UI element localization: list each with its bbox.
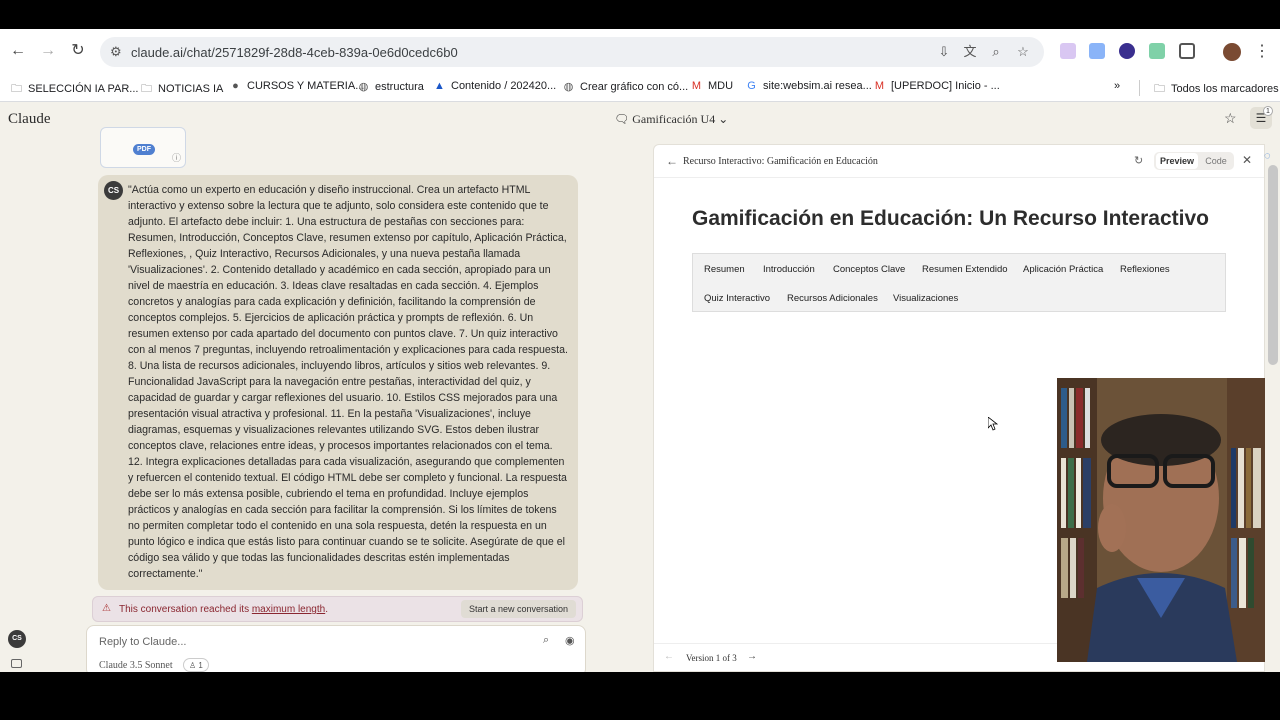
webcam-person-image <box>1057 378 1265 662</box>
pdf-attachment[interactable]: PDF ⓘ <box>100 127 186 168</box>
artifact-title: Recurso Interactivo: Gamificación en Edu… <box>683 156 878 167</box>
url-text[interactable]: claude.ai/chat/2571829f-28d8-4ceb-839a-0… <box>131 45 458 60</box>
claude-logo[interactable]: Claude <box>8 111 51 128</box>
tab-recursos-adicionales[interactable]: Recursos Adicionales <box>787 293 878 304</box>
max-length-notice: ⚠ This conversation reached its maximum … <box>92 596 583 622</box>
site-icon: ▲ <box>434 80 445 92</box>
tab-aplicacion-practica[interactable]: Aplicación Práctica <box>1023 264 1103 275</box>
all-bookmarks[interactable]: 🗀 Todos los marcadores <box>1153 80 1279 99</box>
github-icon: ● <box>232 80 239 92</box>
refresh-icon[interactable]: ↻ <box>1134 154 1143 167</box>
folder-icon: 🗀 <box>141 83 152 95</box>
tab-resumen-extendido[interactable]: Resumen Extendido <box>922 264 1008 275</box>
next-version-icon[interactable]: → <box>747 651 757 662</box>
close-icon[interactable]: ✕ <box>1242 153 1252 167</box>
bookmarks-divider <box>1139 80 1140 96</box>
bookmark-item[interactable]: ● CURSOS Y MATERIA... <box>229 80 364 92</box>
artifact-header: ← Recurso Interactivo: Gamificación en E… <box>654 145 1264 178</box>
bookmark-item[interactable]: ◍ Crear gráfico con có... <box>562 80 689 93</box>
bookmark-item[interactable]: ◍ estructura <box>357 80 424 93</box>
chevron-down-icon: ⌄ <box>718 112 729 126</box>
folder-icon: 🗀 <box>1154 83 1165 95</box>
view-toggle: Preview Code <box>1154 152 1234 170</box>
floating-extension-icon[interactable]: ◌ <box>1264 150 1271 162</box>
zoom-icon[interactable]: ⌕ <box>988 44 1004 60</box>
reply-input[interactable]: Reply to Claude... <box>99 636 186 648</box>
mouse-cursor <box>988 417 998 431</box>
forward-icon[interactable]: → <box>38 41 58 61</box>
paperclip-icon[interactable]: ⌕ <box>543 634 549 647</box>
conversation-title[interactable]: 🗨 Gamificación U4 ⌄ <box>614 112 728 127</box>
sidebar-avatar[interactable]: CS <box>8 630 26 648</box>
globe-icon: ◍ <box>563 81 574 93</box>
info-icon[interactable]: ⓘ <box>172 151 181 164</box>
google-icon: G <box>747 80 756 92</box>
back-icon[interactable]: ← <box>8 41 28 61</box>
bookmark-item[interactable]: M MDU <box>690 80 733 92</box>
tab-visualizaciones[interactable]: Visualizaciones <box>893 293 958 304</box>
tune-badge: 1 <box>1263 106 1273 116</box>
user-avatar: CS <box>104 181 123 200</box>
bookmark-item[interactable]: M [UPERDOC] Inicio - ... <box>873 80 1000 92</box>
extension-doc-icon[interactable] <box>1089 43 1105 59</box>
star-icon[interactable]: ☆ <box>1224 110 1237 127</box>
scrollbar[interactable] <box>1268 165 1278 365</box>
folder-icon: 🗀 <box>11 83 22 95</box>
previous-version-icon[interactable]: ← <box>664 651 674 662</box>
tab-conceptos-clave[interactable]: Conceptos Clave <box>833 264 905 275</box>
pdf-badge: PDF <box>133 144 155 155</box>
extension-layers-icon[interactable] <box>1149 43 1165 59</box>
globe-icon: ◍ <box>358 81 369 93</box>
install-icon[interactable]: ⇩ <box>936 44 952 60</box>
tab-reflexiones[interactable]: Reflexiones <box>1120 264 1170 275</box>
max-length-text: This conversation reached its maximum le… <box>119 604 328 615</box>
back-arrow-icon[interactable]: ← <box>666 154 678 168</box>
browser-menu-icon[interactable]: ⋮ <box>1254 41 1270 61</box>
bookmark-item[interactable]: ▲ Contenido / 202420... <box>433 80 556 92</box>
site-info-icon[interactable]: ⚙ <box>110 44 122 60</box>
user-message-text: "Actúa como un experto en educación y di… <box>128 184 568 580</box>
tab-resumen[interactable]: Resumen <box>704 264 745 275</box>
warning-icon: ⚠ <box>102 603 111 614</box>
reload-icon[interactable]: ↻ <box>68 41 88 61</box>
extension-pen-icon[interactable] <box>1060 43 1076 59</box>
tab-introduccion[interactable]: Introducción <box>763 264 815 275</box>
tab-quiz-interactivo[interactable]: Quiz Interactivo <box>704 293 770 304</box>
translate-icon[interactable]: 文 <box>962 44 978 60</box>
bookmark-star-icon[interactable]: ☆ <box>1015 44 1031 60</box>
user-count-badge[interactable]: ♙ 1 <box>183 658 209 672</box>
webcam-overlay <box>1057 378 1265 662</box>
artifact-heading: Gamificación en Educación: Un Recurso In… <box>692 207 1209 230</box>
gmail-icon: M <box>874 80 885 92</box>
code-tab[interactable]: Code <box>1202 153 1230 169</box>
model-selector[interactable]: Claude 3.5 Sonnet <box>99 660 173 671</box>
bookmark-item[interactable]: Gsite:websim.ai resea... <box>745 80 872 92</box>
profile-avatar[interactable] <box>1223 43 1241 61</box>
person-icon: ♙ <box>189 661 197 670</box>
sidebar-toggle-icon[interactable] <box>11 659 22 668</box>
bookmarks-overflow-icon[interactable]: » <box>1114 80 1120 92</box>
preview-tab[interactable]: Preview <box>1156 153 1198 169</box>
version-label: Version 1 of 3 <box>686 653 737 663</box>
camera-icon[interactable]: ◉ <box>565 634 575 647</box>
screen: ← → ↻ ⚙ claude.ai/chat/2571829f-28d8-4ce… <box>0 29 1280 672</box>
max-length-link[interactable]: maximum length <box>252 604 325 615</box>
artifact-tabs: Resumen Introducción Conceptos Clave Res… <box>692 253 1226 312</box>
reply-box[interactable]: Reply to Claude... ⌕ ◉ Claude 3.5 Sonnet… <box>86 625 586 672</box>
bookmark-item[interactable]: 🗀 NOTICIAS IA <box>140 80 223 99</box>
gmail-icon: M <box>691 80 702 92</box>
bookmark-item[interactable]: 🗀 SELECCIÓN IA PAR... <box>10 80 138 99</box>
start-new-conversation-button[interactable]: Start a new conversation <box>460 600 576 618</box>
browser-toolbar: ← → ↻ ⚙ claude.ai/chat/2571829f-28d8-4ce… <box>0 29 1280 74</box>
chat-bubble-icon: 🗨 <box>614 112 630 126</box>
address-bar[interactable]: ⚙ claude.ai/chat/2571829f-28d8-4ceb-839a… <box>100 37 1044 67</box>
bookmarks-bar: 🗀 SELECCIÓN IA PAR... 🗀 NOTICIAS IA ● CURSO… <box>0 74 1280 102</box>
extensions-puzzle-icon[interactable] <box>1179 43 1195 59</box>
extension-color-icon[interactable] <box>1119 43 1135 59</box>
